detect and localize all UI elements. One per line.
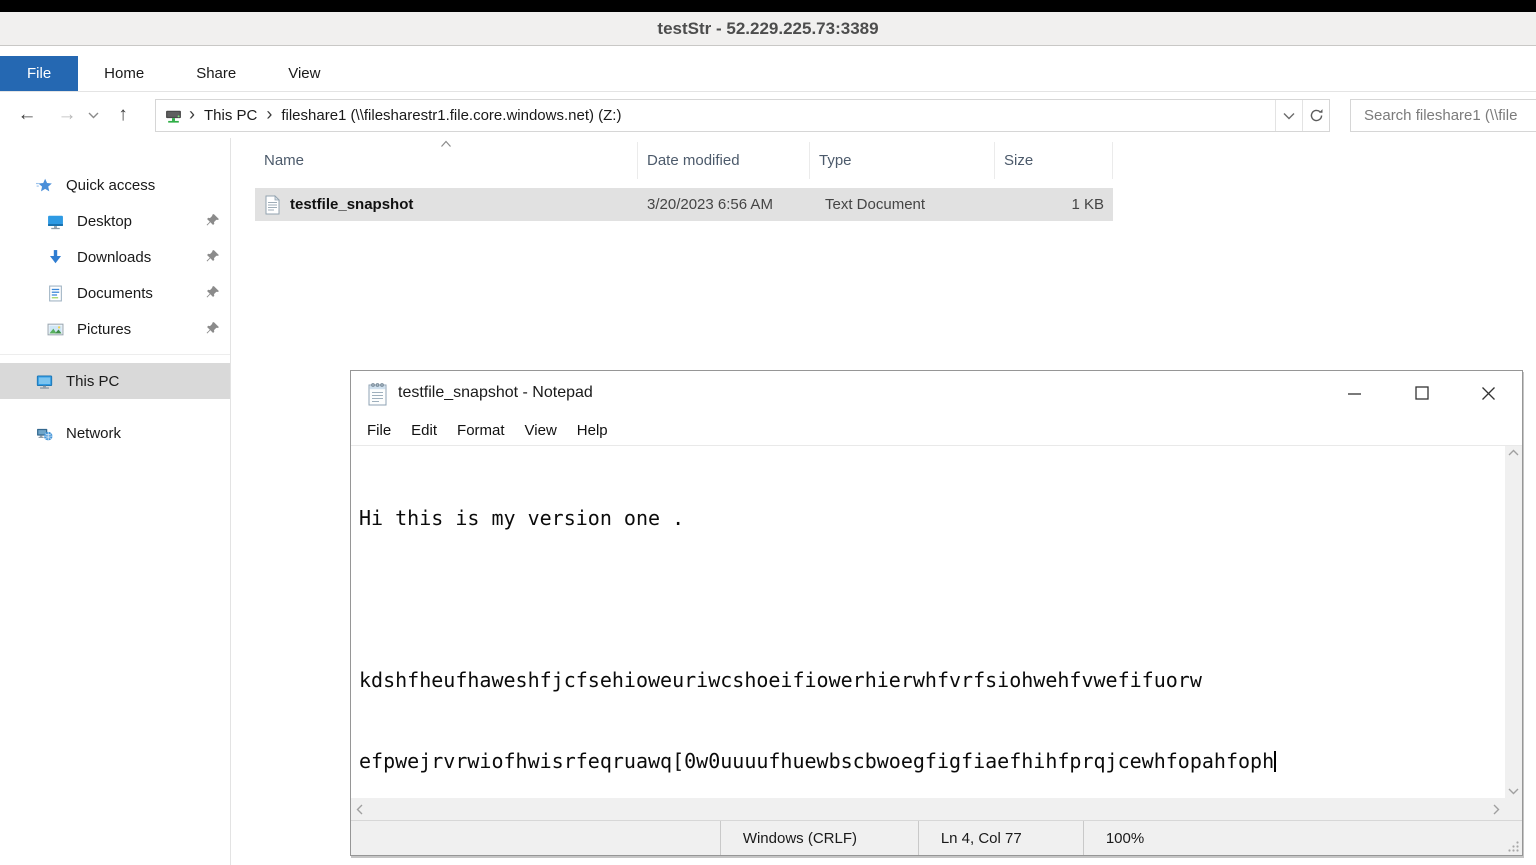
menu-help[interactable]: Help bbox=[567, 422, 618, 439]
menu-edit[interactable]: Edit bbox=[401, 422, 447, 439]
close-icon[interactable] bbox=[1455, 371, 1522, 415]
notepad-title-bar[interactable]: testfile_snapshot - Notepad bbox=[351, 371, 1522, 415]
tab-share[interactable]: Share bbox=[170, 56, 262, 91]
network-icon bbox=[36, 425, 53, 442]
breadcrumb-chevron-icon: › bbox=[259, 104, 279, 127]
maximize-icon[interactable] bbox=[1388, 371, 1455, 415]
vertical-scrollbar[interactable] bbox=[1505, 446, 1522, 798]
horizontal-scrollbar[interactable] bbox=[351, 798, 1505, 820]
pin-icon bbox=[205, 321, 220, 336]
sidebar-item-label: Pictures bbox=[77, 321, 131, 338]
notepad-window-controls bbox=[1321, 371, 1522, 415]
sidebar-item-quick-access[interactable]: Quick access bbox=[0, 167, 230, 203]
rdp-letterbox-bar bbox=[0, 0, 1536, 12]
notepad-window-title: testfile_snapshot - Notepad bbox=[398, 384, 1321, 402]
text-caret bbox=[1274, 751, 1276, 772]
sidebar-item-downloads[interactable]: Downloads bbox=[0, 239, 230, 275]
sidebar-item-documents[interactable]: Documents bbox=[0, 275, 230, 311]
notepad-status-bar: Windows (CRLF) Ln 4, Col 77 100% bbox=[351, 820, 1522, 855]
documents-icon bbox=[47, 285, 64, 302]
file-row-testfile-snapshot[interactable]: testfile_snapshot 3/20/2023 6:56 AM Text… bbox=[255, 188, 1113, 221]
column-header-date-modified[interactable]: Date modified bbox=[638, 142, 810, 179]
text-line: kdshfheufhaweshfjcfsehioweuriwcshoeifiow… bbox=[359, 667, 1505, 694]
explorer-address-bar: ← → ↑ › This PC › fileshare1 (\\fileshar… bbox=[0, 92, 1536, 138]
back-icon[interactable]: ← bbox=[12, 100, 42, 130]
column-header-name[interactable]: Name bbox=[255, 142, 638, 179]
remote-desktop-screen: testStr - 52.229.225.73:3389 File Home S… bbox=[0, 0, 1536, 865]
status-line-ending: Windows (CRLF) bbox=[720, 821, 918, 855]
refresh-icon[interactable] bbox=[1302, 100, 1329, 131]
navigation-pane: Quick access Desktop Downloads bbox=[0, 138, 231, 865]
sidebar-item-desktop[interactable]: Desktop bbox=[0, 203, 230, 239]
sidebar-item-label: Network bbox=[66, 425, 121, 442]
notepad-menu-bar: File Edit Format View Help bbox=[351, 415, 1522, 445]
sidebar-item-label: Quick access bbox=[66, 177, 155, 194]
text-line bbox=[359, 586, 1505, 613]
text-line: efpwejrvrwiofhwisrfeqruawq[0w0uuuufhuewb… bbox=[359, 748, 1505, 775]
status-cursor-position: Ln 4, Col 77 bbox=[918, 821, 1083, 855]
notepad-app-icon bbox=[367, 381, 388, 406]
sidebar-item-label: Documents bbox=[77, 285, 153, 302]
sidebar-spacer bbox=[0, 399, 230, 415]
sidebar-item-this-pc[interactable]: This PC bbox=[0, 363, 230, 399]
sidebar-item-label: This PC bbox=[66, 373, 119, 390]
sidebar-item-label: Desktop bbox=[77, 213, 132, 230]
sidebar-item-network[interactable]: Network bbox=[0, 415, 230, 451]
column-header-type[interactable]: Type bbox=[810, 142, 995, 179]
file-date-cell: 3/20/2023 6:56 AM bbox=[638, 188, 810, 221]
menu-view[interactable]: View bbox=[515, 422, 567, 439]
file-type-cell: Text Document bbox=[810, 188, 995, 221]
breadcrumb-this-pc[interactable]: This PC bbox=[202, 107, 259, 124]
scrollbar-corner bbox=[1505, 798, 1522, 820]
pin-icon bbox=[205, 213, 220, 228]
breadcrumb-chevron-icon: › bbox=[182, 104, 202, 127]
address-box[interactable]: › This PC › fileshare1 (\\filesharestr1.… bbox=[155, 99, 1330, 132]
scroll-down-icon bbox=[1508, 788, 1519, 795]
rdp-title-bar: testStr - 52.229.225.73:3389 bbox=[0, 12, 1536, 46]
status-section-empty bbox=[351, 821, 720, 855]
text-line: Hi this is my version one . bbox=[359, 505, 1505, 532]
sidebar-item-label: Downloads bbox=[77, 249, 151, 266]
scroll-left-icon bbox=[356, 804, 363, 815]
menu-file[interactable]: File bbox=[357, 422, 401, 439]
sort-ascending-icon bbox=[440, 140, 452, 148]
menu-format[interactable]: Format bbox=[447, 422, 515, 439]
scroll-right-icon bbox=[1493, 804, 1500, 815]
address-dropdown-chevron-icon[interactable] bbox=[1275, 100, 1302, 131]
tab-view[interactable]: View bbox=[262, 56, 346, 91]
file-list-header: Name Date modified Type Size bbox=[255, 142, 1113, 179]
scroll-up-icon bbox=[1508, 449, 1519, 456]
column-header-size[interactable]: Size bbox=[995, 142, 1113, 179]
file-size-cell: 1 KB bbox=[995, 188, 1113, 221]
resize-grip-icon[interactable] bbox=[1507, 840, 1520, 853]
notepad-text-editor[interactable]: Hi this is my version one . kdshfheufhaw… bbox=[351, 446, 1505, 798]
tab-file[interactable]: File bbox=[0, 56, 78, 91]
up-icon[interactable]: ↑ bbox=[108, 100, 138, 130]
this-pc-icon bbox=[36, 373, 53, 390]
notepad-body: Hi this is my version one . kdshfheufhaw… bbox=[351, 445, 1522, 798]
rdp-session-title: testStr - 52.229.225.73:3389 bbox=[657, 19, 878, 39]
tab-home[interactable]: Home bbox=[78, 56, 170, 91]
file-name-cell: testfile_snapshot bbox=[255, 188, 638, 221]
desktop-icon bbox=[47, 213, 64, 230]
pin-icon bbox=[205, 249, 220, 264]
pin-icon bbox=[205, 285, 220, 300]
forward-icon: → bbox=[52, 100, 82, 130]
network-drive-icon bbox=[165, 107, 182, 124]
status-zoom-level: 100% bbox=[1083, 821, 1522, 855]
minimize-icon[interactable] bbox=[1321, 371, 1388, 415]
pictures-icon bbox=[47, 321, 64, 338]
sidebar-separator bbox=[0, 354, 230, 355]
quick-access-star-icon bbox=[36, 177, 53, 194]
sidebar-item-pictures[interactable]: Pictures bbox=[0, 311, 230, 347]
breadcrumb-fileshare[interactable]: fileshare1 (\\filesharestr1.file.core.wi… bbox=[279, 107, 623, 124]
recent-locations-chevron-icon[interactable] bbox=[82, 100, 104, 130]
explorer-ribbon: File Home Share View bbox=[0, 47, 1536, 92]
downloads-icon bbox=[47, 249, 64, 266]
search-input[interactable]: Search fileshare1 (\\file bbox=[1350, 99, 1536, 132]
notepad-window: testfile_snapshot - Notepad File Edit Fo… bbox=[350, 370, 1523, 856]
text-file-icon bbox=[264, 195, 281, 215]
notepad-hscroll-row bbox=[351, 798, 1522, 820]
